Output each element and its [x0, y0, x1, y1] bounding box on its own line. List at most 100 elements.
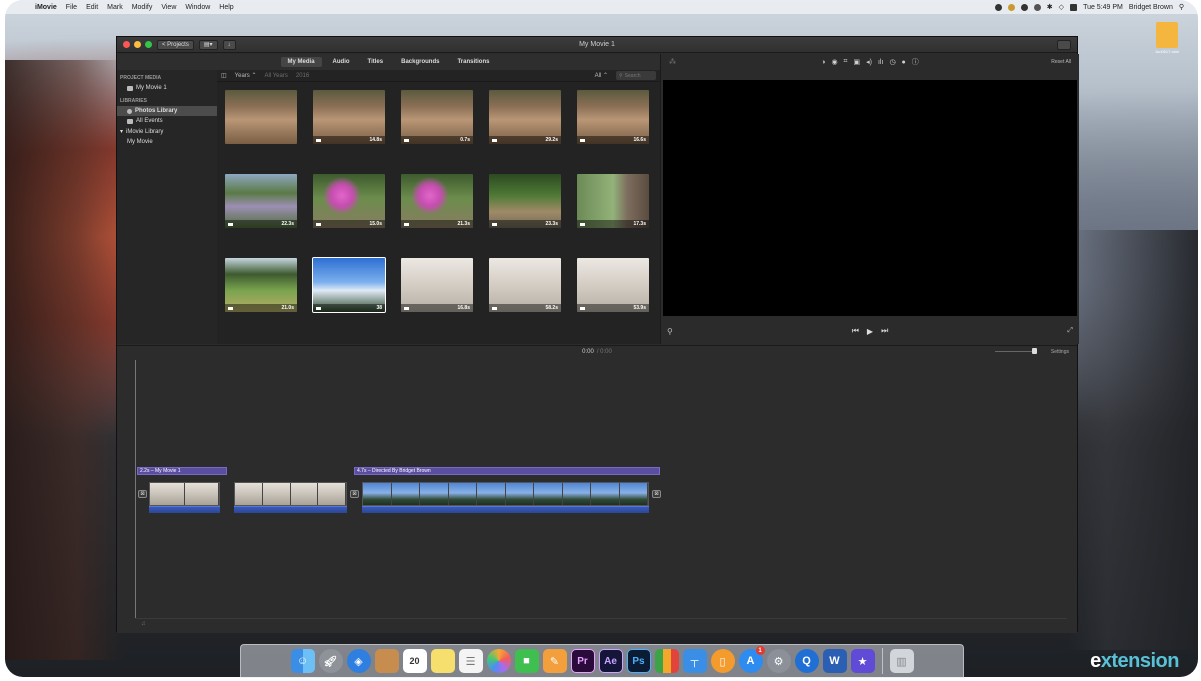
disclosure-triangle-icon[interactable]: ▾	[120, 128, 123, 135]
transition-icon[interactable]: ⊠	[652, 490, 661, 498]
title-clip[interactable]: 2.2s – My Movie 1	[137, 467, 227, 475]
share-button[interactable]	[1057, 40, 1071, 50]
tab-titles[interactable]: Titles	[361, 57, 391, 67]
ibooks-icon[interactable]: ▯	[710, 649, 735, 673]
trash-icon[interactable]: ▥	[889, 649, 914, 673]
notes-icon[interactable]	[430, 649, 455, 673]
timeline-clip[interactable]	[362, 482, 649, 506]
media-clip-thumbnail[interactable]: 38	[312, 257, 386, 313]
minimize-window-button[interactable]	[134, 41, 141, 48]
media-clip-thumbnail[interactable]: 22.3s	[225, 174, 297, 228]
timeline[interactable]: 0:00 / 0:00 Settings 2.2s – My Movie 1 4…	[117, 345, 1077, 633]
menu-window[interactable]: Window	[185, 4, 210, 11]
library-toggle-button[interactable]: ▤▾	[198, 39, 218, 50]
status-cloud-icon[interactable]	[1020, 3, 1028, 11]
menu-edit[interactable]: Edit	[86, 4, 98, 11]
search-input[interactable]: ⚲ Search	[616, 71, 656, 80]
media-clip-thumbnail[interactable]: 0.7s	[401, 90, 473, 144]
play-icon[interactable]: ▶	[867, 327, 873, 336]
year-link[interactable]: 2016	[296, 73, 309, 79]
imovie-icon[interactable]: ★	[850, 649, 875, 673]
tab-backgrounds[interactable]: Backgrounds	[394, 57, 446, 67]
zoom-slider-track[interactable]	[995, 351, 1037, 352]
audio-waveform[interactable]	[234, 506, 347, 513]
skip-back-icon[interactable]: ⏮	[852, 326, 859, 336]
filter-icon[interactable]: ●	[902, 59, 906, 66]
safari-icon[interactable]: ◈	[346, 649, 371, 673]
sidebar-item-my-movie[interactable]: My Movie	[117, 137, 217, 147]
timeline-settings-button[interactable]: Settings	[1051, 349, 1069, 355]
tab-my-media[interactable]: My Media	[280, 57, 322, 67]
spotlight-icon[interactable]: ⚲	[1179, 3, 1184, 11]
menu-clock[interactable]: Tue 5:49 PM	[1083, 4, 1123, 11]
app-store-icon[interactable]: A 1	[738, 646, 765, 673]
microphone-icon[interactable]: ⚲	[667, 327, 673, 336]
fullscreen-window-button[interactable]	[145, 41, 152, 48]
menu-file[interactable]: File	[66, 4, 77, 11]
media-clip-thumbnail[interactable]: 23.3s	[489, 174, 561, 228]
facetime-icon[interactable]: ■	[514, 649, 539, 673]
finder-icon[interactable]: ☺	[290, 649, 315, 673]
media-clip-thumbnail[interactable]: 14.8s	[313, 90, 385, 144]
calendar-icon[interactable]: 20	[402, 649, 427, 673]
timemachine-icon[interactable]	[1033, 3, 1041, 11]
after-effects-icon[interactable]: Ae	[598, 649, 623, 673]
system-preferences-icon[interactable]: ⚙	[766, 649, 791, 673]
menu-user[interactable]: Bridget Brown	[1129, 4, 1173, 11]
reset-all-button[interactable]: Reset All	[1051, 59, 1071, 65]
crop-icon[interactable]: ⌗	[844, 58, 848, 66]
menu-mark[interactable]: Mark	[107, 4, 123, 11]
media-clip-thumbnail[interactable]: 29.2s	[489, 90, 561, 144]
media-clip-thumbnail[interactable]: 21.0s	[225, 258, 297, 312]
keynote-icon[interactable]: ┬	[682, 649, 707, 673]
menu-modify[interactable]: Modify	[132, 4, 153, 11]
status-record-icon[interactable]	[994, 3, 1002, 11]
pages-icon[interactable]: ✎	[542, 649, 567, 673]
audio-waveform[interactable]	[149, 506, 220, 513]
transition-icon[interactable]: ⊠	[138, 490, 147, 498]
wifi-icon[interactable]: ◇	[1059, 3, 1064, 11]
color-correction-icon[interactable]: ◉	[831, 58, 837, 66]
input-source-icon[interactable]	[1070, 3, 1078, 11]
photos-icon[interactable]	[486, 649, 511, 673]
menu-app-name[interactable]: iMovie	[35, 4, 57, 11]
reminders-icon[interactable]: ☰	[458, 649, 483, 673]
premiere-icon[interactable]: Pr	[570, 649, 595, 673]
contacts-icon[interactable]	[374, 649, 399, 673]
info-icon[interactable]: ⓘ	[912, 57, 919, 67]
sidebar-item-photos-library[interactable]: Photos Library	[117, 106, 217, 116]
launchpad-icon[interactable]: 🚀︎	[318, 649, 343, 673]
tab-transitions[interactable]: Transitions	[450, 57, 496, 67]
volume-icon[interactable]: ◂)	[866, 58, 872, 66]
stabilization-icon[interactable]: ▣	[854, 58, 861, 66]
sidebar-item-all-events[interactable]: All Events	[117, 116, 217, 126]
years-dropdown[interactable]: Years ⌃	[235, 72, 257, 79]
menu-help[interactable]: Help	[219, 4, 233, 11]
tab-audio[interactable]: Audio	[326, 57, 357, 67]
media-clip-thumbnail[interactable]: 16.6s	[577, 90, 649, 144]
photoshop-icon[interactable]: Ps	[626, 649, 651, 673]
media-clip-thumbnail[interactable]: 53.9s	[577, 258, 649, 312]
skip-forward-icon[interactable]: ⏭	[881, 326, 888, 336]
media-clip-thumbnail[interactable]	[225, 90, 297, 144]
magic-wand-icon[interactable]: ⁂	[669, 58, 676, 66]
transition-icon[interactable]: ⊠	[350, 490, 359, 498]
media-clip-thumbnail[interactable]: 58.2s	[489, 258, 561, 312]
menu-view[interactable]: View	[161, 4, 176, 11]
media-clip-thumbnail[interactable]: 15.0s	[313, 174, 385, 228]
close-window-button[interactable]	[123, 41, 130, 48]
media-clip-thumbnail[interactable]: 17.3s	[577, 174, 649, 228]
timeline-clip[interactable]	[234, 482, 347, 506]
color-balance-icon[interactable]: ◑	[821, 59, 825, 66]
sidebar-toggle-icon[interactable]: ◫	[221, 72, 227, 79]
import-button[interactable]: ↓	[222, 39, 236, 50]
sidebar-item-imovie-library[interactable]: ▾ iMovie Library	[117, 126, 217, 137]
all-years-link[interactable]: All Years	[265, 73, 288, 79]
all-clips-dropdown[interactable]: All ⌃	[595, 72, 608, 79]
quicktime-icon[interactable]: Q	[794, 649, 819, 673]
bluetooth-icon[interactable]: ✱	[1047, 3, 1053, 11]
speed-icon[interactable]: ◷	[889, 58, 895, 66]
equalizer-icon[interactable]: ılı	[878, 59, 883, 66]
playhead[interactable]	[135, 360, 136, 618]
sidebar-item-project[interactable]: My Movie 1	[117, 83, 217, 93]
